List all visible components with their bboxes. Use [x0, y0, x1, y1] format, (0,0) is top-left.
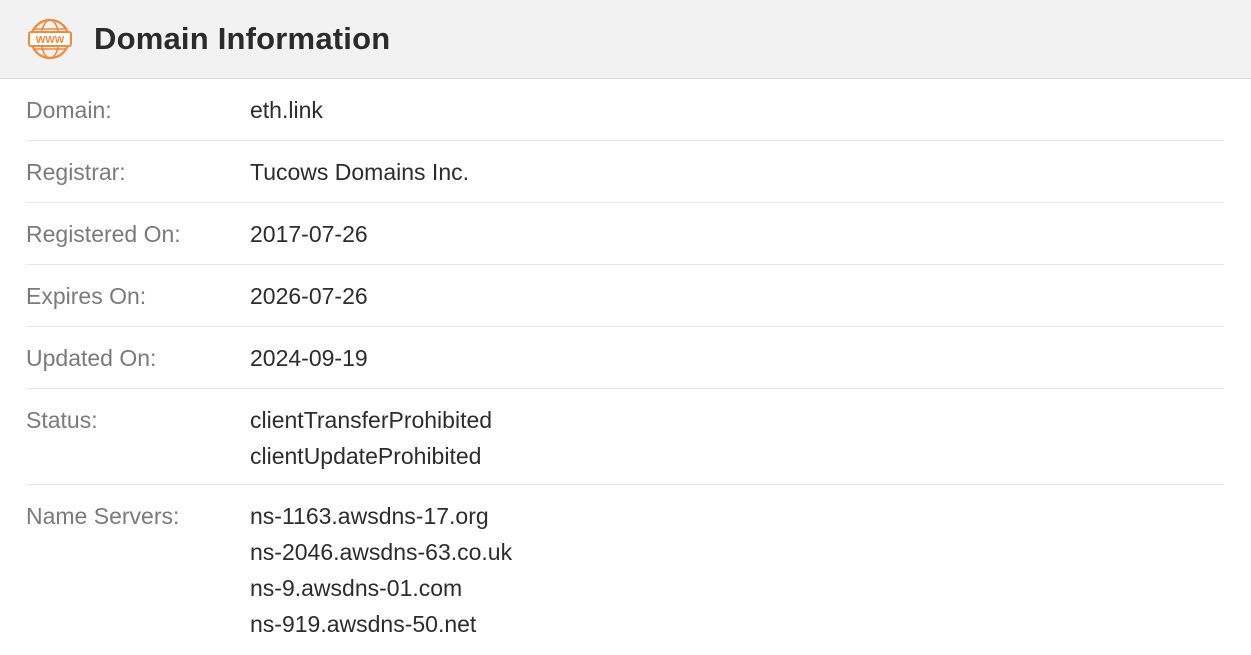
row-value: 2026-07-26: [250, 265, 368, 326]
page-title: Domain Information: [94, 21, 391, 56]
value-text: Tucows Domains Inc.: [250, 159, 469, 185]
info-row-domain: Domain: eth.link: [26, 79, 1224, 141]
value-text: 2026-07-26: [250, 283, 368, 309]
panel-header: WWW Domain Information: [0, 0, 1251, 79]
value-text: 2024-09-19: [250, 345, 368, 371]
row-value: Tucows Domains Inc.: [250, 141, 469, 202]
row-label: Status:: [26, 407, 98, 433]
info-row-registered-on: Registered On: 2017-07-26: [26, 203, 1224, 265]
domain-info-panel: WWW Domain Information Domain: eth.link Re…: [0, 0, 1251, 655]
svg-text:WWW: WWW: [36, 35, 65, 46]
row-value: 2017-07-26: [250, 203, 368, 264]
row-value: clientTransferProhibited clientUpdateProh…: [250, 389, 492, 484]
row-value: ns-1163.awsdns-17.org ns-2046.awsdns-63.c…: [250, 485, 512, 652]
value-text: clientUpdateProhibited: [250, 443, 482, 469]
info-row-status: Status: clientTransferProhibited clientUpd…: [26, 389, 1224, 485]
row-label: Registered On:: [26, 221, 181, 247]
info-row-updated-on: Updated On: 2024-09-19: [26, 327, 1224, 389]
row-label: Updated On:: [26, 345, 157, 371]
row-value: 2024-09-19: [250, 327, 368, 388]
row-label: Registrar:: [26, 159, 126, 185]
value-text: ns-2046.awsdns-63.co.uk: [250, 539, 513, 565]
row-label: Domain:: [26, 97, 112, 123]
info-row-registrar: Registrar: Tucows Domains Inc.: [26, 141, 1224, 203]
info-row-name-servers: Name Servers: ns-1163.awsdns-17.org ns-204…: [26, 485, 1224, 652]
www-globe-icon: WWW: [27, 18, 73, 60]
info-row-expires-on: Expires On: 2026-07-26: [26, 265, 1224, 327]
value-text: ns-1163.awsdns-17.org: [250, 503, 489, 529]
info-table: Domain: eth.link Registrar: Tucows Domains …: [0, 79, 1224, 652]
value-text: clientTransferProhibited: [250, 407, 493, 433]
row-label: Expires On:: [26, 283, 147, 309]
value-text: 2017-07-26: [250, 221, 368, 247]
value-text: ns-9.awsdns-01.com: [250, 575, 463, 601]
value-text: ns-919.awsdns-50.net: [250, 611, 477, 637]
row-value: eth.link: [250, 79, 323, 140]
value-text: eth.link: [250, 97, 323, 123]
row-label: Name Servers:: [26, 503, 180, 529]
